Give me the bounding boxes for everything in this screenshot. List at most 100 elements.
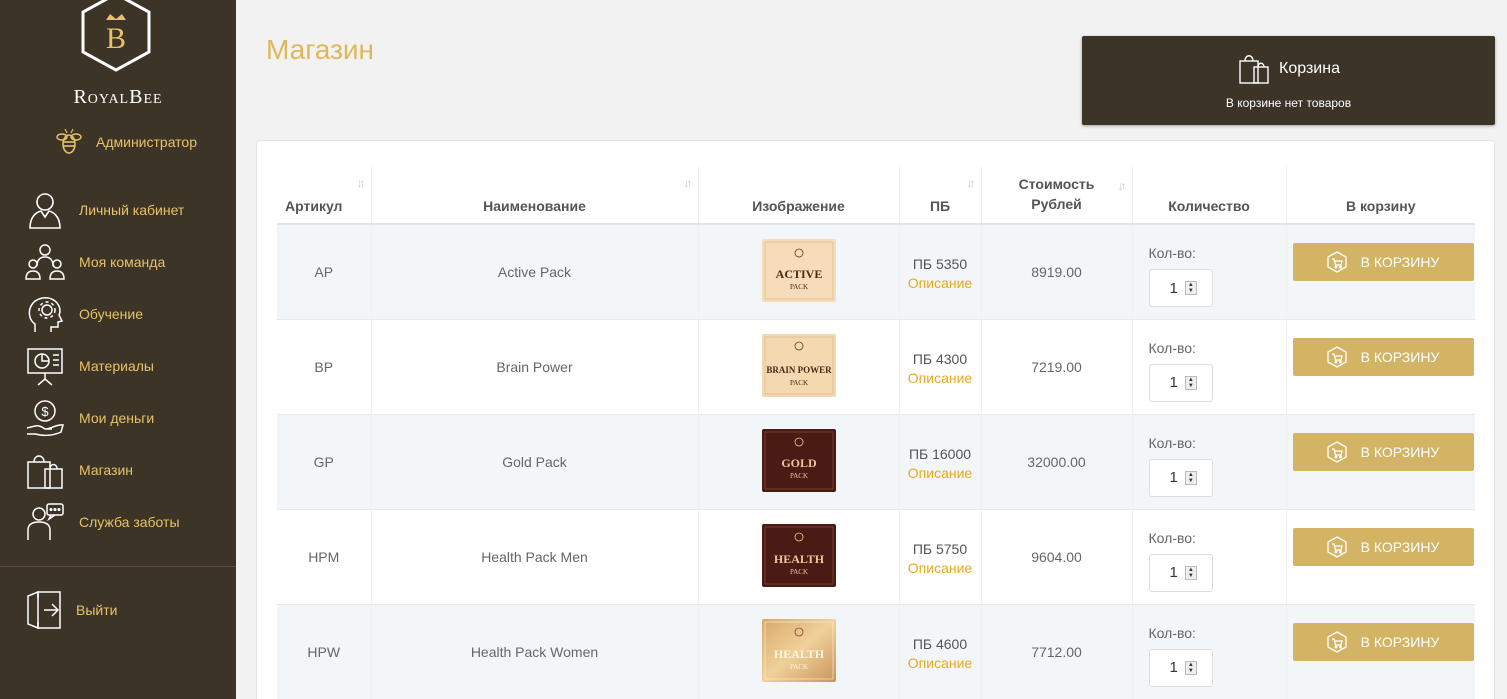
spinner-arrows-icon[interactable]: ▲ ▼	[1184, 470, 1197, 485]
sidebar-item-materials[interactable]: Материалы	[0, 340, 236, 392]
column-header-name[interactable]: ↓↑ Наименование	[370, 166, 698, 225]
qty-label: Кол-во:	[1148, 624, 1196, 641]
product-image[interactable]: HEALTH PACK	[761, 618, 836, 682]
quantity-stepper[interactable]: 1 ▲ ▼	[1148, 363, 1213, 402]
description-link[interactable]: Описание	[900, 465, 981, 481]
cell-pb: ПБ 4300 Описание	[898, 318, 981, 414]
description-link[interactable]: Описание	[900, 560, 981, 576]
admin-badge: Администратор	[56, 128, 197, 156]
svg-text:GOLD: GOLD	[781, 456, 817, 470]
cart-summary[interactable]: Корзина В корзине нет товаров	[1082, 36, 1495, 125]
sort-icon[interactable]: ↓↑	[1118, 176, 1127, 196]
cell-name: Health Pack Women	[370, 603, 698, 699]
cell-article: AP	[277, 223, 371, 319]
sidebar-item-personal-cabinet[interactable]: Личный кабинет	[0, 184, 236, 236]
add-to-cart-button[interactable]: В КОРЗИНУ	[1292, 337, 1474, 376]
products-table: ↓↑ Артикул ↓↑ Наименование Изображение ↓↑ П…	[277, 166, 1475, 699]
cell-to-cart: В КОРЗИНУ	[1285, 603, 1475, 699]
sidebar-item-label: Моя команда	[79, 254, 166, 270]
brand-name: RoyalBee	[73, 86, 163, 108]
cell-price: 7219.00	[980, 318, 1132, 414]
svg-text:BRAIN POWER: BRAIN POWER	[766, 365, 832, 375]
cell-image: GOLD PACK	[697, 413, 899, 509]
spinner-arrows-icon[interactable]: ▲ ▼	[1184, 375, 1197, 390]
svg-text:PACK: PACK	[789, 283, 807, 291]
description-link[interactable]: Описание	[900, 370, 981, 386]
cell-article: HPM	[277, 508, 371, 604]
product-image[interactable]: HEALTH PACK	[761, 523, 836, 587]
cell-qty: Кол-во: 1 ▲ ▼	[1131, 413, 1286, 509]
bee-icon	[56, 128, 82, 154]
cell-to-cart: В КОРЗИНУ	[1285, 223, 1475, 319]
cell-image: HEALTH PACK	[697, 508, 899, 604]
spinner-arrows-icon[interactable]: ▲ ▼	[1184, 565, 1197, 580]
add-to-cart-button[interactable]: В КОРЗИНУ	[1292, 243, 1474, 281]
pb-value: ПБ 4300	[912, 350, 968, 367]
cell-name: Brain Power	[370, 318, 698, 414]
cell-pb: ПБ 5350 Описание	[898, 223, 981, 319]
cell-article: HPW	[277, 603, 371, 699]
quantity-stepper[interactable]: 1 ▲ ▼	[1148, 458, 1213, 497]
page-title: Магазин	[266, 34, 375, 65]
svg-text:$: $	[41, 404, 49, 419]
cell-price: 32000.00	[980, 413, 1132, 509]
sort-icon[interactable]: ↓↑	[967, 176, 976, 190]
svg-text:B: B	[106, 22, 126, 55]
quantity-stepper[interactable]: 1 ▲ ▼	[1148, 553, 1213, 592]
pb-value: ПБ 4600	[912, 635, 968, 652]
add-to-cart-button[interactable]: В КОРЗИНУ	[1292, 432, 1474, 471]
cell-article: GP	[277, 413, 371, 509]
add-to-cart-button[interactable]: В КОРЗИНУ	[1292, 622, 1474, 661]
cell-qty: Кол-во: 1 ▲ ▼	[1131, 318, 1286, 414]
pb-value: ПБ 5350	[912, 255, 968, 272]
cell-pb: ПБ 4600 Описание	[898, 603, 981, 699]
column-header-to-cart: В корзину	[1285, 166, 1475, 225]
quantity-stepper[interactable]: 1 ▲ ▼	[1148, 269, 1213, 307]
shopping-bags-icon	[1239, 55, 1269, 84]
qty-label: Кол-во:	[1148, 245, 1196, 261]
sidebar: B RoyalBee Администратор Личный кабинет …	[0, 0, 236, 699]
qty-label: Кол-во:	[1148, 434, 1196, 451]
sidebar-item-training[interactable]: Обучение	[0, 288, 236, 340]
product-image[interactable]: BRAIN POWER PACK	[761, 333, 836, 397]
logout-label: Выйти	[76, 602, 118, 618]
description-link[interactable]: Описание	[900, 655, 981, 671]
sidebar-item-shop[interactable]: Магазин	[0, 444, 236, 496]
admin-label: Администратор	[96, 134, 198, 150]
exit-door-icon	[27, 590, 61, 630]
svg-text:HEALTH: HEALTH	[773, 647, 824, 661]
sort-icon[interactable]: ↓↑	[684, 176, 693, 190]
product-image[interactable]: GOLD PACK	[761, 428, 836, 492]
sidebar-item-my-team[interactable]: Моя команда	[0, 236, 236, 288]
support-chat-icon	[24, 501, 66, 543]
cell-image: ACTIVE PACK	[697, 223, 899, 319]
cart-title: Корзина	[1279, 60, 1340, 77]
cart-hex-icon	[1327, 630, 1347, 653]
spinner-arrows-icon[interactable]: ▲ ▼	[1184, 281, 1197, 295]
svg-text:ACTIVE: ACTIVE	[775, 267, 822, 281]
product-image[interactable]: ACTIVE PACK	[761, 238, 836, 302]
spinner-arrows-icon[interactable]: ▲ ▼	[1184, 660, 1197, 675]
sort-icon[interactable]: ↓↑	[357, 176, 366, 190]
sidebar-item-my-money[interactable]: $ Мои деньги	[0, 392, 236, 444]
sidebar-item-label: Служба заботы	[79, 514, 180, 530]
table-row: AP Active Pack ACTIVE PACK ПБ 5350 Описан…	[277, 223, 1475, 319]
column-header-price[interactable]: ↓↑ Стоимость Рублей	[980, 166, 1132, 225]
description-link[interactable]: Описание	[900, 275, 981, 291]
column-header-pb[interactable]: ↓↑ ПБ	[898, 166, 981, 225]
sidebar-item-label: Магазин	[79, 462, 134, 478]
table-header-row: ↓↑ Артикул ↓↑ Наименование Изображение ↓↑ П…	[277, 166, 1475, 225]
sidebar-item-support[interactable]: Служба заботы	[0, 496, 236, 548]
quantity-stepper[interactable]: 1 ▲ ▼	[1148, 648, 1213, 687]
cell-name: Gold Pack	[370, 413, 698, 509]
column-header-qty: Количество	[1131, 166, 1286, 225]
royalbee-logo-icon[interactable]: B	[80, 0, 152, 72]
cell-name: Health Pack Men	[370, 508, 698, 604]
cart-title-row: Корзина	[1082, 52, 1495, 86]
add-to-cart-button[interactable]: В КОРЗИНУ	[1292, 527, 1474, 566]
logout-button[interactable]: Выйти	[24, 590, 117, 630]
head-gear-icon	[24, 293, 66, 335]
cart-hex-icon	[1327, 440, 1347, 463]
svg-text:PACK: PACK	[789, 379, 807, 387]
column-header-article[interactable]: ↓↑ Артикул	[277, 166, 371, 225]
